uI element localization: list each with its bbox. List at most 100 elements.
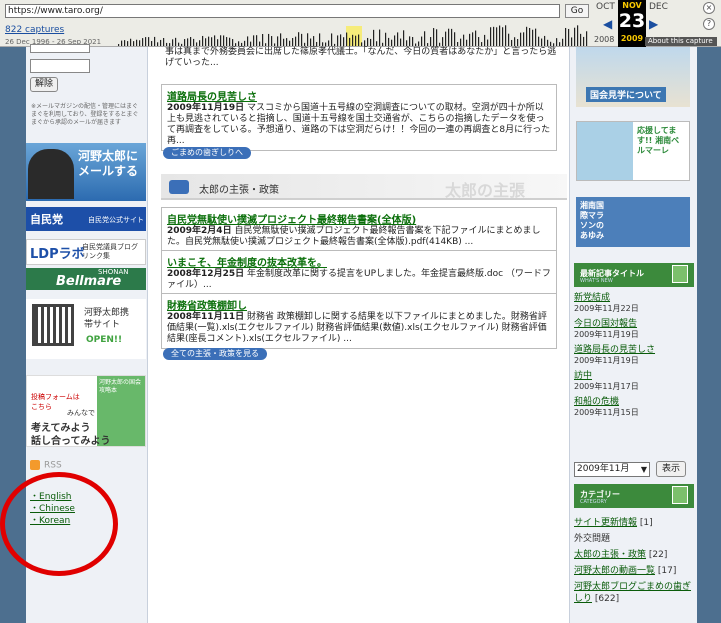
category-name[interactable]: 太郎の主張・政策 — [574, 550, 646, 560]
form-banner-line5: 話し合ってみよう — [31, 436, 111, 447]
rss-link[interactable]: RSS — [30, 460, 62, 471]
archive-month-select[interactable]: 2009年11月 ▼ — [574, 462, 650, 477]
policy-1-title[interactable]: 自民党無駄使い撲滅プロジェクト最終報告書案(全体版) — [167, 211, 551, 226]
ldp-banner-label: 自民党公式サイト — [88, 216, 144, 224]
book-icon — [672, 486, 688, 504]
qr-code-icon — [32, 304, 74, 346]
policy-1-date: 2009年2月4日 — [167, 226, 232, 236]
form-banner-line2: こちら — [31, 403, 52, 411]
section-header: 太郎の主張・政策 太郎の主張 — [161, 174, 567, 200]
post-1-body: 2009年11月19日 マスコミから国道十五号線の空洞調査についての取材。空洞が… — [167, 103, 551, 146]
post-1-title[interactable]: 道路局長の見苦しさ — [167, 88, 551, 103]
archive-show-button[interactable]: 表示 — [656, 461, 686, 477]
category-item[interactable]: 河野太郎ブログごまめの歯ぎしり [622] — [574, 581, 694, 605]
bellmare-photo — [577, 122, 633, 180]
bellmare-support-banner[interactable]: 応援してます!! 湘南ベルマーレ — [576, 121, 690, 181]
section-watermark: 太郎の主張 — [445, 181, 526, 200]
rss-icon — [30, 460, 40, 470]
diet-tour-banner[interactable]: 国会見学について — [576, 47, 690, 107]
mobile-site-banner[interactable]: 河野太郎携帯サイト OPEN!! — [26, 299, 146, 359]
recent-post-link[interactable]: 新党結成 — [574, 293, 694, 304]
policy-post-3: 財務省政策棚卸し 2008年11月11日 財務省 政策棚卸しに関する結果を以下フ… — [161, 293, 557, 349]
ldp-blog-label: 自民党議員ブログリンク集 — [82, 243, 138, 260]
mail-magazine-note: ※メールマガジンの配信・管理にはまぐまぐを利用しており、登録をするとまぐまぐから… — [31, 103, 139, 126]
mobile-site-label: 河野太郎携帯サイト — [84, 308, 130, 330]
category-count: [22] — [646, 550, 668, 560]
section-icon — [169, 180, 189, 194]
recent-posts-header: 最新記事タイトル WHAT'S NEW — [574, 263, 694, 287]
right-sidebar: 国会見学について 応援してます!! 湘南ベルマーレ 湘南国際マラソンのあゆみ 最… — [569, 47, 697, 623]
section-title: 太郎の主張・政策 — [199, 185, 279, 196]
bellmare-support-label: 応援してます!! 湘南ベルマーレ — [637, 126, 680, 155]
mail-input-top[interactable] — [30, 44, 90, 53]
ldp-blog-banner[interactable]: LDPラボ 自民党議員ブログリンク集 — [26, 239, 146, 265]
post-form-banner[interactable]: 河野太郎の国会攻略本 投稿フォームは こちら みんなで 考えてみよう 話し合って… — [26, 375, 146, 447]
recent-post-date: 2009年11月19日 — [574, 356, 639, 365]
category-subtitle: CATEGORY — [580, 499, 607, 505]
wayback-url-input[interactable]: https://www.taro.org/ — [5, 4, 560, 18]
category-count: [17] — [655, 566, 677, 576]
category-item[interactable]: サイト更新情報 [1] — [574, 517, 694, 529]
mail-banner[interactable]: 河野太郎にメールする — [26, 143, 146, 201]
wayback-captures-link[interactable]: 822 captures — [5, 25, 64, 35]
policy-post-1: 自民党無駄使い撲滅プロジェクト最終報告書案(全体版) 2009年2月4日 自民党… — [161, 207, 557, 252]
gomame-button[interactable]: ごまめの歯ぎしりへ — [163, 147, 251, 159]
recent-post-link[interactable]: 今日の国対報告 — [574, 319, 694, 330]
policy-post-2: いまこそ、年金制度の抜本改革を。 2008年12月25日 年金制度改革に関する提… — [161, 250, 557, 295]
marathon-label: 湘南国際マラソンのあゆみ — [580, 201, 604, 240]
marathon-banner[interactable]: 湘南国際マラソンのあゆみ — [576, 197, 690, 247]
policy-2-body: 2008年12月25日 年金制度改革に関する提言をUPしました。年金提言最終版.… — [167, 269, 551, 290]
recent-post-link[interactable]: 訪中 — [574, 371, 694, 382]
close-icon[interactable]: × — [703, 2, 715, 14]
unsubscribe-button[interactable]: 解除 — [30, 77, 58, 92]
portrait-image — [28, 149, 74, 199]
wayback-go-button[interactable]: Go — [565, 4, 589, 18]
wayback-current-capture: NOV 23 2009 — [618, 0, 646, 47]
policy-2-date: 2008年12月25日 — [167, 269, 245, 279]
policy-3-title[interactable]: 財務省政策棚卸し — [167, 297, 551, 312]
recent-post-date: 2009年11月19日 — [574, 330, 639, 339]
page-background-right — [697, 47, 721, 623]
red-circle-annotation — [0, 472, 118, 576]
category-name: 外交問題 — [574, 534, 611, 544]
wayback-about-link[interactable]: About this capture — [645, 37, 717, 46]
wayback-next-month[interactable]: DEC — [649, 2, 668, 12]
form-banner-line1: 投稿フォームは — [31, 393, 80, 401]
ldp-lab-logo: LDPラボ — [30, 247, 85, 262]
chevron-down-icon: ▼ — [640, 465, 647, 474]
category-header: カテゴリー CATEGORY — [574, 484, 694, 508]
help-icon[interactable]: ? — [703, 18, 715, 30]
category-name[interactable]: 河野太郎の動画一覧 — [574, 566, 655, 576]
wayback-current-year: 2009 — [620, 34, 644, 43]
diet-tour-label: 国会見学について — [586, 87, 666, 102]
recent-post-date: 2009年11月15日 — [574, 408, 639, 417]
policy-2-title[interactable]: いまこそ、年金制度の抜本改革を。 — [167, 254, 551, 269]
wayback-prev-arrow-icon[interactable]: ◀ — [603, 17, 612, 31]
category-name[interactable]: サイト更新情報 — [574, 518, 637, 528]
post-1-date: 2009年11月19日 — [167, 103, 245, 113]
unsubscribe-email-input[interactable] — [30, 59, 90, 73]
recent-post-link[interactable]: 和船の危機 — [574, 397, 694, 408]
main-content: 事は真まで外務委員会に出席した篠原孝代議士。「なんだ、今日の質者はあなたか」と言… — [149, 47, 569, 623]
mobile-site-open: OPEN!! — [86, 335, 123, 345]
wayback-prev-month[interactable]: OCT — [596, 2, 615, 12]
recent-post-date: 2009年11月22日 — [574, 304, 639, 313]
category-item[interactable]: 河野太郎の動画一覧 [17] — [574, 565, 694, 577]
bellmare-banner[interactable]: SHONAN Bellmare — [26, 268, 146, 290]
recent-post-link[interactable]: 道路局長の見苦しさ — [574, 345, 694, 356]
wayback-capture-graph[interactable] — [118, 22, 588, 46]
category-count: [1] — [637, 518, 653, 528]
wayback-toolbar: https://www.taro.org/ Go 822 captures 26… — [0, 0, 721, 47]
book-title: 河野太郎の国会攻略本 — [99, 379, 142, 394]
wayback-next-arrow-icon[interactable]: ▶ — [649, 17, 658, 31]
ldp-official-banner[interactable]: 自民党 自民党公式サイト — [26, 207, 146, 231]
book-icon — [672, 265, 688, 283]
recent-post-date: 2009年11月17日 — [574, 382, 639, 391]
wayback-prev-year[interactable]: 2008 — [594, 35, 614, 44]
category-item: 外交問題 — [574, 533, 694, 545]
category-list: サイト更新情報 [1] 外交問題太郎の主張・政策 [22] 河野太郎の動画一覧 [1… — [574, 517, 694, 609]
all-policies-button[interactable]: 全ての主張・政策を見る — [163, 348, 267, 360]
wayback-current-day: 23 — [618, 10, 646, 32]
ldp-logo: 自民党 — [30, 213, 63, 226]
category-item[interactable]: 太郎の主張・政策 [22] — [574, 549, 694, 561]
